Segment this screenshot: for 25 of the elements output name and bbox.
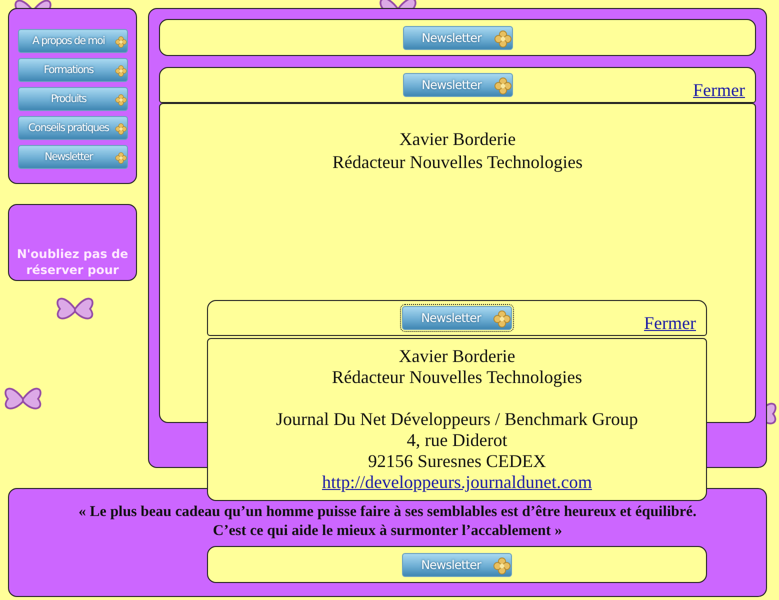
newsletter-button[interactable]: Newsletter: [402, 306, 512, 330]
close-link[interactable]: Fermer: [693, 80, 745, 101]
flower-icon: [494, 77, 512, 95]
address-line: Journal Du Net Développeurs / Benchmark Group: [276, 409, 638, 430]
reminder-text: N'oubliez pas de réserver pour: [16, 246, 130, 278]
website-link[interactable]: http://developpeurs.journaldunet.com: [322, 472, 592, 493]
nav-button[interactable]: Produits: [18, 87, 128, 111]
contact-line: Rédacteur Nouvelles Technologies: [332, 367, 582, 388]
nav-button[interactable]: Formations: [18, 58, 128, 82]
newsletter-button[interactable]: Newsletter: [402, 26, 512, 50]
contact-line: Rédacteur Nouvelles Technologies: [332, 151, 583, 174]
nav-button[interactable]: Newsletter: [18, 145, 128, 169]
quote-text: « Le plus beau cadeau qu’un homme puisse faire à ses semblables est d’être heureux et équilibré. C’est ce qui aide le mieux à surmonter l’accablement »: [78, 503, 698, 541]
flower-icon: [494, 30, 512, 48]
flower-icon: [493, 556, 511, 574]
flower-icon: [493, 310, 511, 328]
address-line: 92156 Suresnes CEDEX: [368, 451, 546, 472]
contact-line: Xavier Borderie: [399, 128, 516, 151]
close-link[interactable]: Fermer: [644, 313, 696, 334]
nav-button[interactable]: Conseils pratiques: [18, 116, 128, 140]
newsletter-button[interactable]: Newsletter: [402, 552, 512, 576]
address-line: 4, rue Diderot: [406, 430, 508, 451]
nav-button[interactable]: A propos de moi: [18, 29, 128, 53]
contact-line: Xavier Borderie: [398, 346, 516, 367]
newsletter-button[interactable]: Newsletter: [402, 73, 512, 97]
